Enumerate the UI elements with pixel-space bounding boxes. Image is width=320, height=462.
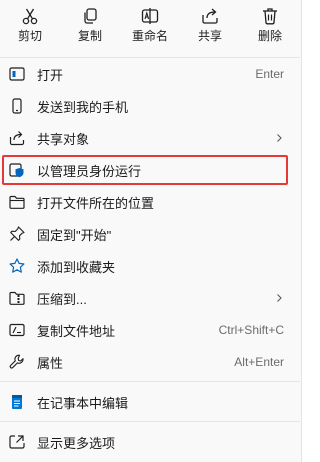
menu-item-label: 显示更多选项 bbox=[37, 435, 116, 451]
share-label: 共享 bbox=[197, 29, 222, 43]
share-icon bbox=[202, 8, 218, 24]
highlight-box bbox=[2, 155, 288, 185]
delete-button[interactable]: 删除 bbox=[240, 0, 300, 50]
pin-icon bbox=[10, 226, 25, 241]
open-window-icon bbox=[9, 67, 25, 81]
menu-item-label: 共享对象 bbox=[37, 131, 90, 147]
menu-item-send-to-phone[interactable]: 发送到我的手机 bbox=[0, 90, 300, 122]
menu-item-add-to-favorites[interactable]: 添加到收藏夹 bbox=[0, 250, 300, 282]
copy-path-icon bbox=[9, 323, 25, 337]
rename-label: 重命名 bbox=[131, 29, 168, 43]
quick-action-bar: 剪切 复制 重命名 共享 删除 bbox=[0, 0, 300, 50]
phone-icon bbox=[12, 98, 22, 114]
copy-icon bbox=[84, 8, 97, 24]
divider bbox=[0, 421, 300, 422]
menu-item-label: 固定到"开始" bbox=[37, 227, 112, 243]
rename-button[interactable]: 重命名 bbox=[120, 0, 180, 50]
cut-button[interactable]: 剪切 bbox=[0, 0, 60, 50]
wrench-icon bbox=[9, 354, 24, 369]
zip-folder-icon bbox=[9, 291, 25, 305]
menu-item-open-file-location[interactable]: 打开文件所在的位置 bbox=[0, 186, 300, 218]
star-icon bbox=[9, 258, 25, 273]
menu-item-label: 打开文件所在的位置 bbox=[37, 195, 155, 211]
chevron-right-icon bbox=[277, 294, 282, 302]
folder-icon bbox=[9, 195, 25, 209]
menu-item-edit-in-notepad[interactable]: 在记事本中编辑 bbox=[0, 386, 300, 418]
more-options-icon bbox=[9, 435, 25, 449]
menu-item-label: 发送到我的手机 bbox=[37, 99, 129, 115]
menu-item-share-with[interactable]: 共享对象 bbox=[0, 122, 300, 154]
notepad-icon bbox=[12, 395, 22, 409]
rename-icon bbox=[141, 8, 159, 24]
copy-label: 复制 bbox=[77, 29, 102, 43]
copy-button[interactable]: 复制 bbox=[60, 0, 120, 50]
trash-icon bbox=[263, 8, 277, 25]
menu-item-label: 复制文件地址 bbox=[37, 323, 116, 339]
menu-item-show-more-options[interactable]: 显示更多选项 bbox=[0, 426, 300, 458]
menu-item-pin-to-start[interactable]: 固定到"开始" bbox=[0, 218, 300, 250]
menu-item-open[interactable]: 打开 Enter bbox=[0, 58, 300, 90]
menu-item-copy-as-path[interactable]: 复制文件地址 Ctrl+Shift+C bbox=[0, 314, 300, 346]
menu-item-label: 添加到收藏夹 bbox=[37, 259, 116, 275]
shortcut-text: Enter bbox=[255, 67, 284, 81]
chevron-right-icon bbox=[277, 134, 282, 142]
menu-item-label: 打开 bbox=[37, 67, 64, 83]
shortcut-text: Ctrl+Shift+C bbox=[218, 323, 284, 337]
scissors-icon bbox=[22, 8, 38, 25]
menu-item-label: 属性 bbox=[37, 355, 64, 371]
shortcut-text: Alt+Enter bbox=[234, 355, 284, 369]
delete-label: 删除 bbox=[257, 29, 282, 43]
menu-item-label: 在记事本中编辑 bbox=[37, 395, 129, 411]
menu-item-compress-to[interactable]: 压缩到... bbox=[0, 282, 300, 314]
divider bbox=[0, 381, 300, 382]
share-button[interactable]: 共享 bbox=[180, 0, 240, 50]
context-menu: 剪切 复制 重命名 共享 删除 打开 Enter 发送到我的手机 共享对象 以管… bbox=[0, 0, 302, 462]
menu-item-label: 压缩到... bbox=[37, 291, 87, 307]
menu-item-properties[interactable]: 属性 Alt+Enter bbox=[0, 346, 300, 378]
share-icon bbox=[9, 131, 25, 146]
cut-label: 剪切 bbox=[17, 29, 42, 43]
